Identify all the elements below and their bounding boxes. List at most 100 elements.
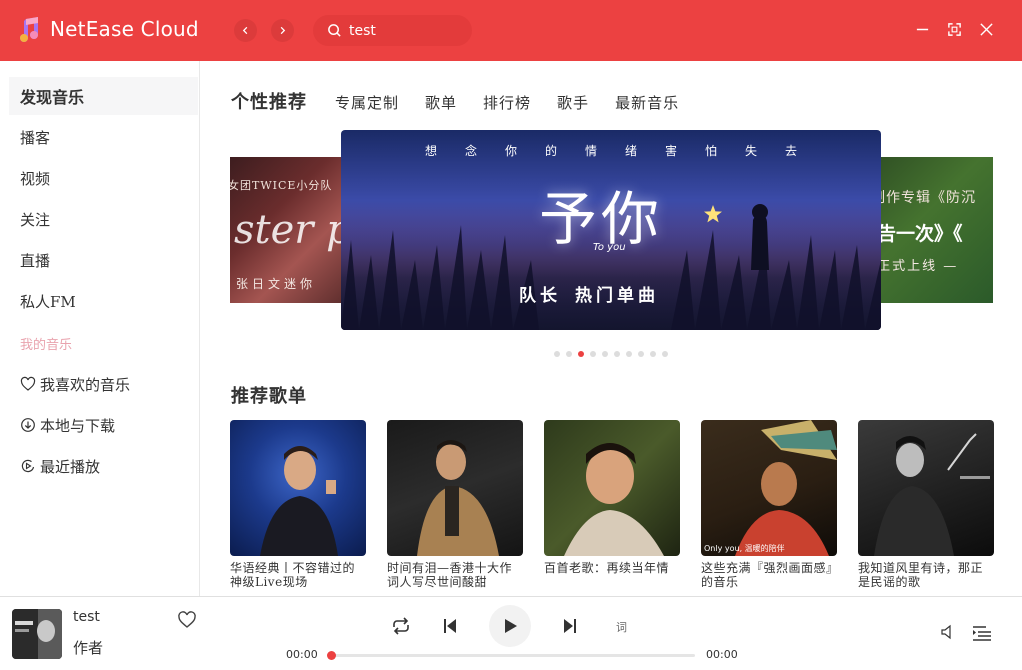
playlist-card[interactable]: 华语经典丨不容错过的神级Live现场 (230, 420, 366, 589)
now-playing-cover[interactable] (12, 609, 62, 659)
playlist-cover (230, 420, 366, 556)
lyrics-button[interactable]: 词 (616, 619, 627, 635)
playlist-queue-button[interactable] (972, 625, 992, 641)
banner-caption-type: 热门单曲 (575, 286, 659, 306)
playlist-name: 这些充满『强烈画面感』的音乐 (701, 561, 833, 589)
banner-left-top-text: 女团TWICE小分队 (230, 179, 333, 192)
search-icon[interactable] (327, 23, 342, 38)
sidebar-item-live[interactable]: 直播 (9, 241, 198, 279)
total-time: 00:00 (706, 648, 738, 661)
carousel-dot[interactable] (590, 351, 596, 357)
carousel-dot[interactable] (650, 351, 656, 357)
carousel-dot[interactable] (638, 351, 644, 357)
playlist-cover (544, 420, 680, 556)
search-input[interactable] (349, 20, 464, 41)
playlist-name: 时间有泪—香港十大作词人写尽世间酸甜 (387, 561, 513, 589)
recommend-playlists-title[interactable]: 推荐歌单 (231, 382, 307, 408)
tab-personal-recommend[interactable]: 个性推荐 (231, 88, 307, 114)
now-playing-artist[interactable]: 作者 (73, 637, 103, 658)
carousel-dot[interactable] (662, 351, 668, 357)
sidebar-item-podcast[interactable]: 播客 (9, 118, 198, 156)
playlist-cover-caption: Only you, 温暖的陪伴 (704, 544, 785, 553)
banner-caption: 队长 热门单曲 (519, 281, 659, 306)
playlist-card[interactable]: Only you, 温暖的陪伴 这些充满『强烈画面感』的音乐 (701, 420, 837, 589)
chevron-left-icon (242, 26, 248, 35)
playlist-cover: Only you, 温暖的陪伴 (701, 420, 837, 556)
carousel-dot[interactable] (602, 351, 608, 357)
sidebar-item-label: 我喜欢的音乐 (40, 375, 131, 394)
tab-artists[interactable]: 歌手 (557, 92, 589, 113)
back-button[interactable] (234, 19, 257, 42)
progress-handle[interactable] (327, 651, 336, 660)
carousel-dot[interactable] (614, 351, 620, 357)
playlist-cover (858, 420, 994, 556)
loop-mode-button[interactable] (390, 616, 412, 636)
banner-subline: 想念你的情绪害怕失去 (424, 144, 825, 158)
sidebar-item-local-download[interactable]: 本地与下载 (9, 406, 198, 444)
playlist-cover-art (874, 433, 990, 556)
now-playing-cover-art (12, 609, 62, 659)
current-time: 00:00 (286, 648, 318, 661)
like-icon[interactable] (177, 610, 197, 630)
close-button[interactable] (977, 20, 995, 38)
playlist-card[interactable]: 我知道风里有诗，那正是民谣的歌 (858, 420, 994, 589)
minimize-button[interactable] (913, 20, 931, 38)
chevron-right-icon (280, 26, 286, 35)
playlist-cover-art (564, 443, 664, 556)
playlist-name: 百首老歌：再续当年情 (544, 561, 670, 575)
discover-tabs: 个性推荐 专属定制 歌单 排行榜 歌手 最新音乐 (231, 88, 705, 114)
carousel-dot[interactable] (626, 351, 632, 357)
sidebar-item-label: 视频 (20, 169, 51, 188)
sidebar-item-label: 最近播放 (40, 457, 101, 476)
playlist-card[interactable]: 时间有泪—香港十大作词人写尽世间酸甜 (387, 420, 523, 589)
star-icon (704, 205, 722, 223)
sidebar-item-recent-play[interactable]: 最近播放 (9, 447, 198, 485)
loop-icon (393, 617, 409, 635)
next-button[interactable] (562, 617, 578, 635)
tab-playlists[interactable]: 歌单 (425, 92, 457, 113)
recent-play-icon (20, 458, 36, 474)
search-box (313, 15, 472, 46)
queue-list-icon (973, 626, 991, 641)
close-icon (979, 22, 993, 36)
carousel-dot[interactable] (566, 351, 572, 357)
maximize-icon (947, 22, 961, 36)
sidebar-item-personal-fm[interactable]: 私人FM (9, 282, 198, 320)
carousel-dot[interactable] (554, 351, 560, 357)
progress-bar[interactable] (327, 651, 695, 660)
carousel-dots (554, 351, 674, 357)
banner-title-en: To you (593, 242, 626, 253)
sidebar-item-follow[interactable]: 关注 (9, 200, 198, 238)
sidebar-item-liked-music[interactable]: 我喜欢的音乐 (9, 365, 198, 403)
sidebar-item-label: 直播 (20, 251, 51, 270)
sidebar-item-discover[interactable]: 发现音乐 (9, 77, 198, 115)
maximize-button[interactable] (945, 20, 963, 38)
app-logo-icon (20, 17, 38, 42)
tab-new-music[interactable]: 最新音乐 (615, 92, 679, 113)
skip-previous-icon (444, 619, 456, 633)
previous-button[interactable] (442, 617, 458, 635)
tab-charts[interactable]: 排行榜 (483, 92, 531, 113)
sidebar-item-label: 发现音乐 (20, 88, 85, 107)
playlist-cover-art (417, 440, 499, 556)
playlist-card[interactable]: 百首老歌：再续当年情 (544, 420, 680, 589)
play-button[interactable] (489, 605, 531, 647)
skip-next-icon (564, 619, 576, 633)
now-playing-title[interactable]: test (73, 609, 100, 625)
sidebar-item-label: 关注 (20, 210, 51, 229)
volume-icon (941, 624, 951, 640)
download-icon (20, 417, 36, 433)
forward-button[interactable] (271, 19, 294, 42)
volume-button[interactable] (940, 624, 956, 640)
player-bar: test 作者 词 00:00 00:00 (0, 596, 1022, 670)
sidebar-item-video[interactable]: 视频 (9, 159, 198, 197)
playlist-name: 我知道风里有诗，那正是民谣的歌 (858, 561, 984, 589)
heart-icon (20, 376, 36, 392)
banner-left-bottom-text: 张日文迷你 (236, 277, 317, 291)
carousel-dot[interactable] (578, 351, 584, 357)
playlist-cover-art (735, 420, 837, 556)
playlist-cover-art (260, 446, 338, 556)
banner-slide-main[interactable]: 想念你的情绪害怕失去 予你 To you 队长 热门单曲 (341, 130, 881, 330)
app-title: NetEase Cloud (50, 17, 199, 41)
tab-custom[interactable]: 专属定制 (335, 92, 399, 113)
